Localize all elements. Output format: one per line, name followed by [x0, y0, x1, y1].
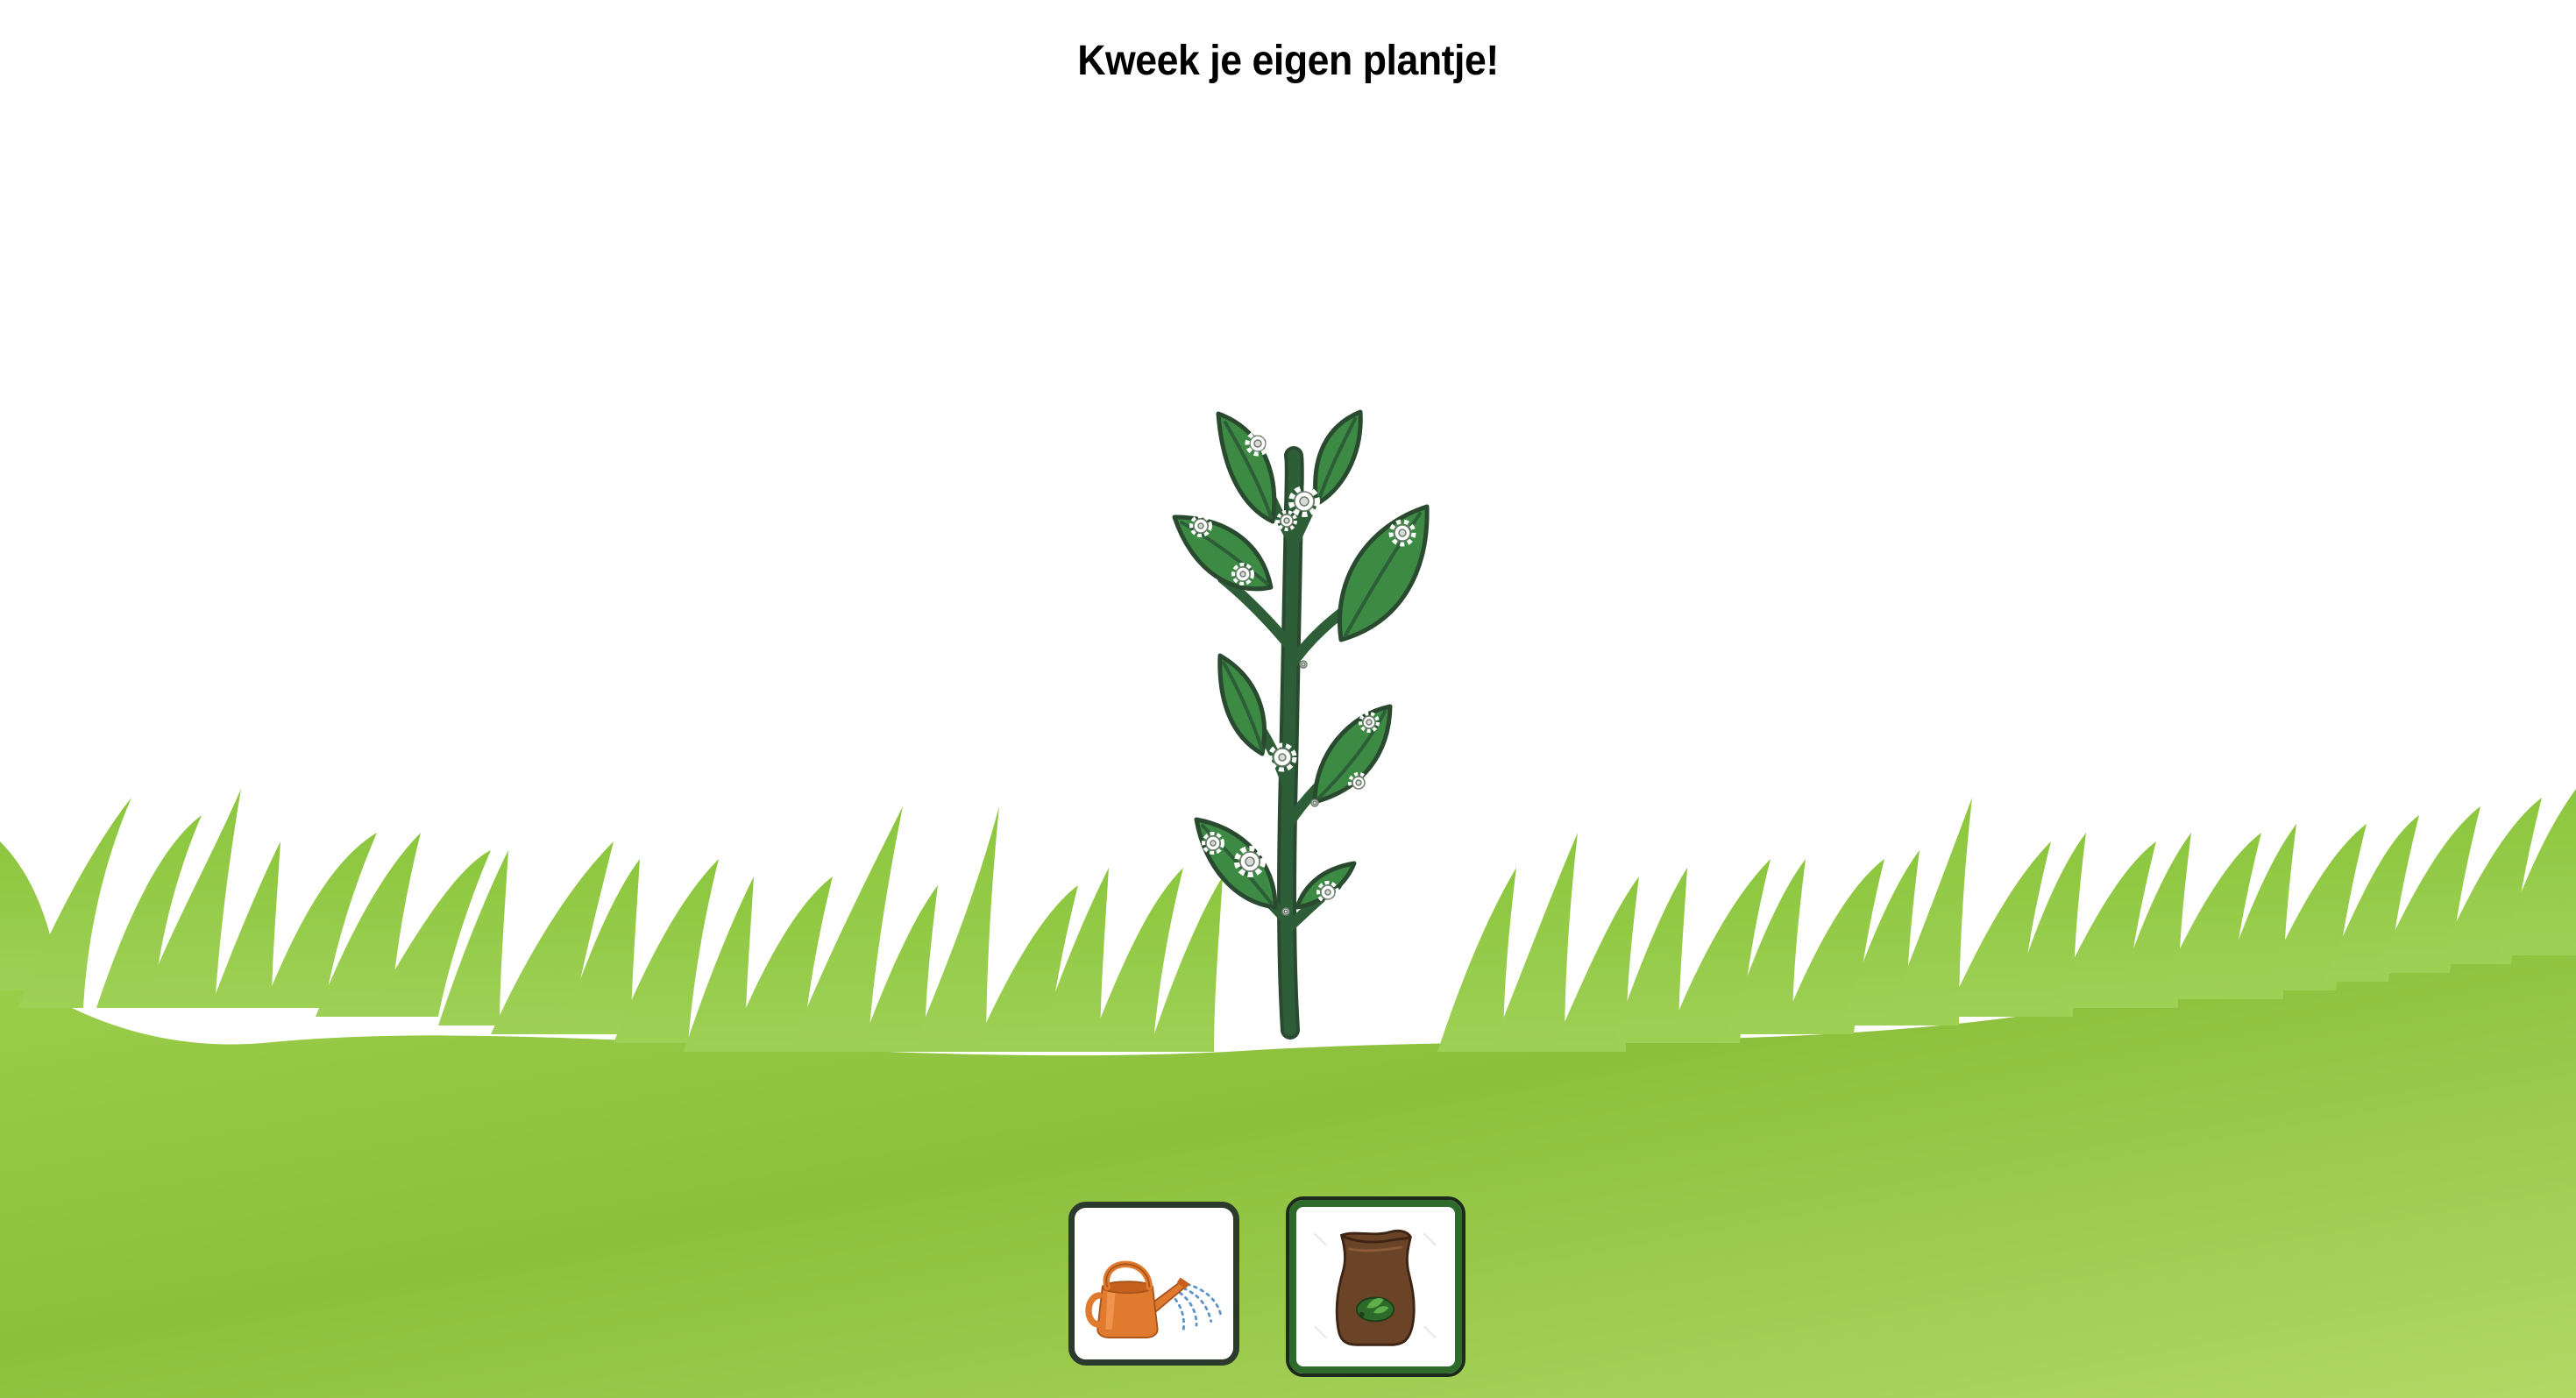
- watering-can-button[interactable]: [1068, 1202, 1239, 1366]
- flower: [1310, 798, 1319, 807]
- soil-bag-icon: [1314, 1229, 1437, 1346]
- watering-can-icon: [1085, 1260, 1223, 1338]
- flower: [1231, 563, 1254, 585]
- flower: [1281, 907, 1290, 916]
- game-stage: Kweek je eigen plantje!: [0, 0, 2576, 1398]
- flower: [1189, 514, 1212, 537]
- soil-bag-button[interactable]: [1286, 1196, 1465, 1377]
- flower: [1316, 881, 1339, 904]
- garden-scene: [0, 409, 2576, 1398]
- flower: [1245, 430, 1271, 457]
- flower: [1299, 660, 1308, 669]
- flower: [1202, 832, 1224, 855]
- page-title: Kweek je eigen plantje!: [1077, 38, 1499, 84]
